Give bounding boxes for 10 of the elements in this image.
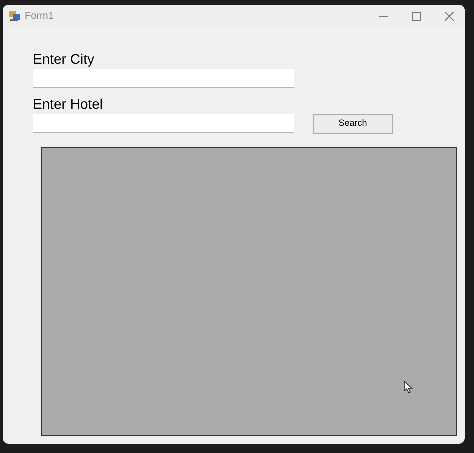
input-field[interactable] xyxy=(33,69,294,88)
search-button[interactable]: Search xyxy=(313,114,393,134)
field-label: Enter Hotel xyxy=(33,96,104,112)
close-icon[interactable] xyxy=(445,12,454,20)
input-field[interactable] xyxy=(33,114,294,133)
maximize-icon[interactable] xyxy=(412,12,421,20)
window-title: Form1 xyxy=(25,10,54,24)
pointer-icon xyxy=(404,381,413,394)
field-label: Enter City xyxy=(33,51,96,67)
app-icon xyxy=(9,10,20,22)
